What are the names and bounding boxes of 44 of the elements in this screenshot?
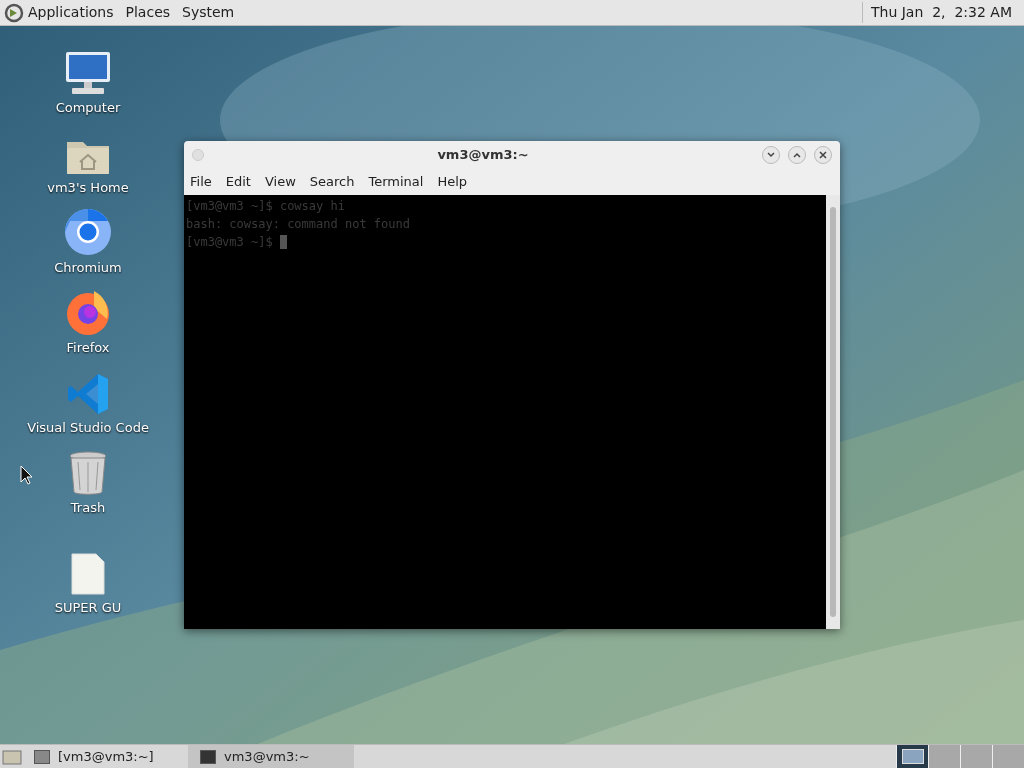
desktop-icon-label[interactable]: Computer	[55, 98, 121, 118]
menu-item[interactable]: Search	[309, 172, 355, 192]
desktop-icon-label[interactable]: Visual Studio Code	[27, 418, 149, 438]
trash-icon	[68, 450, 108, 496]
taskbar-button[interactable]: vm3@vm3:~	[188, 745, 354, 768]
workspace-button[interactable]	[896, 745, 928, 768]
close-button[interactable]	[814, 146, 832, 164]
document-icon	[70, 552, 106, 596]
chevron-down-icon	[767, 151, 775, 159]
mouse-pointer-icon	[20, 465, 32, 485]
minimize-button[interactable]	[762, 146, 780, 164]
menu-item[interactable]: Help	[437, 172, 468, 192]
clock[interactable]: Thu Jan 2, 2:32 AM	[861, 2, 1020, 23]
terminal-line: [vm3@vm3 ~]$ cowsay hi	[186, 198, 345, 215]
desktop-icon-label[interactable]: Firefox	[66, 338, 110, 358]
window-title: vm3@vm3:~	[436, 146, 530, 165]
panel-menu[interactable]: System	[182, 2, 235, 23]
desktop-icon-label[interactable]: SUPER GU	[54, 598, 122, 618]
terminal-line: [vm3@vm3 ~]$	[186, 234, 274, 251]
show-desktop-icon[interactable]	[2, 747, 22, 766]
close-icon	[819, 151, 827, 159]
terminal-icon	[200, 749, 216, 764]
logo-icon	[4, 2, 24, 23]
terminal-icon	[34, 749, 50, 764]
scrollbar[interactable]	[826, 195, 840, 629]
chevron-up-icon	[793, 151, 801, 159]
chromium-icon	[64, 208, 112, 256]
desktop-icon-label[interactable]: Trash	[70, 498, 106, 518]
desktop-icon-label[interactable]: Chromium	[54, 258, 122, 278]
panel-menu[interactable]: Applications	[28, 2, 114, 23]
cursor	[279, 235, 287, 249]
menu-item[interactable]: Terminal	[368, 172, 424, 192]
maximize-button[interactable]	[788, 146, 806, 164]
panel-menu[interactable]: Places	[125, 2, 171, 23]
taskbar-button[interactable]: [vm3@vm3:~]	[22, 745, 188, 768]
computer-icon	[64, 50, 112, 96]
menu-item[interactable]: Edit	[225, 172, 251, 192]
menu-item[interactable]: View	[264, 172, 296, 192]
window-menu-icon[interactable]	[192, 149, 204, 161]
desktop-icon-label[interactable]: vm3's Home	[47, 178, 129, 198]
menu-item[interactable]: File	[190, 172, 212, 192]
firefox-icon	[64, 288, 112, 336]
terminal-line: bash: cowsay: command not found	[186, 216, 410, 233]
code-editor-icon	[66, 372, 110, 416]
